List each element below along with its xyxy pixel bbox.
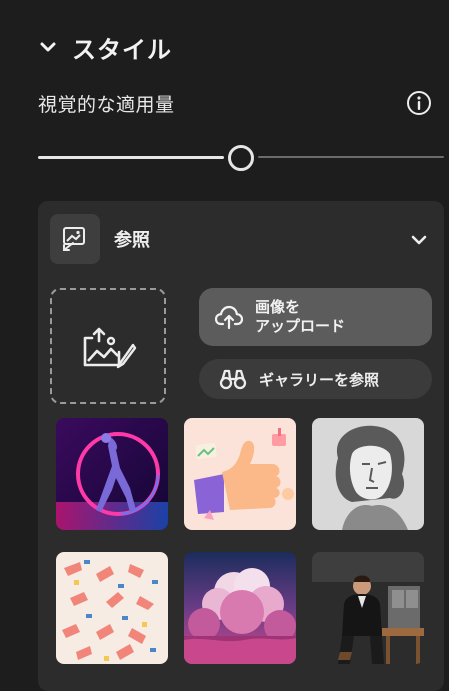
chevron-up-icon[interactable] — [406, 226, 432, 252]
gallery-thumb-sketch-portrait[interactable] — [312, 418, 424, 530]
reference-header: 参照 — [50, 213, 432, 265]
style-section-toggle[interactable]: スタイル — [38, 30, 172, 64]
cloud-upload-icon — [215, 305, 243, 330]
reference-panel: 参照 画像を アップロード ギャラリーを参照 — [38, 201, 444, 691]
image-upload-icon — [75, 311, 141, 381]
browse-gallery-label: ギャラリーを参照 — [259, 370, 380, 389]
chevron-down-icon — [38, 37, 58, 57]
image-reference-icon — [50, 214, 100, 264]
slider-thumb[interactable] — [228, 145, 254, 171]
upload-image-button[interactable]: 画像を アップロード — [199, 288, 432, 346]
strength-slider[interactable] — [38, 145, 444, 171]
browse-gallery-button[interactable]: ギャラリーを参照 — [199, 359, 432, 399]
gallery-thumb-neon-dancer[interactable] — [56, 418, 168, 530]
strength-row: 視覚的な適用量 — [38, 86, 433, 120]
strength-label: 視覚的な適用量 — [38, 93, 175, 116]
gallery-thumb-hand-pattern[interactable] — [56, 552, 168, 664]
binoculars-icon — [219, 369, 247, 390]
section-title: スタイル — [72, 35, 172, 64]
gallery-thumb-pink-clouds[interactable] — [184, 552, 296, 664]
upload-image-label: 画像を アップロード — [255, 297, 346, 336]
gallery-thumb-man-portrait[interactable] — [312, 552, 424, 664]
slider-track-empty — [258, 156, 444, 158]
gallery-thumb-thumbs-up[interactable] — [184, 418, 296, 530]
info-icon[interactable] — [405, 89, 433, 117]
slider-track-filled — [38, 156, 224, 159]
image-dropzone[interactable] — [50, 288, 166, 404]
reference-title: 参照 — [114, 230, 150, 251]
